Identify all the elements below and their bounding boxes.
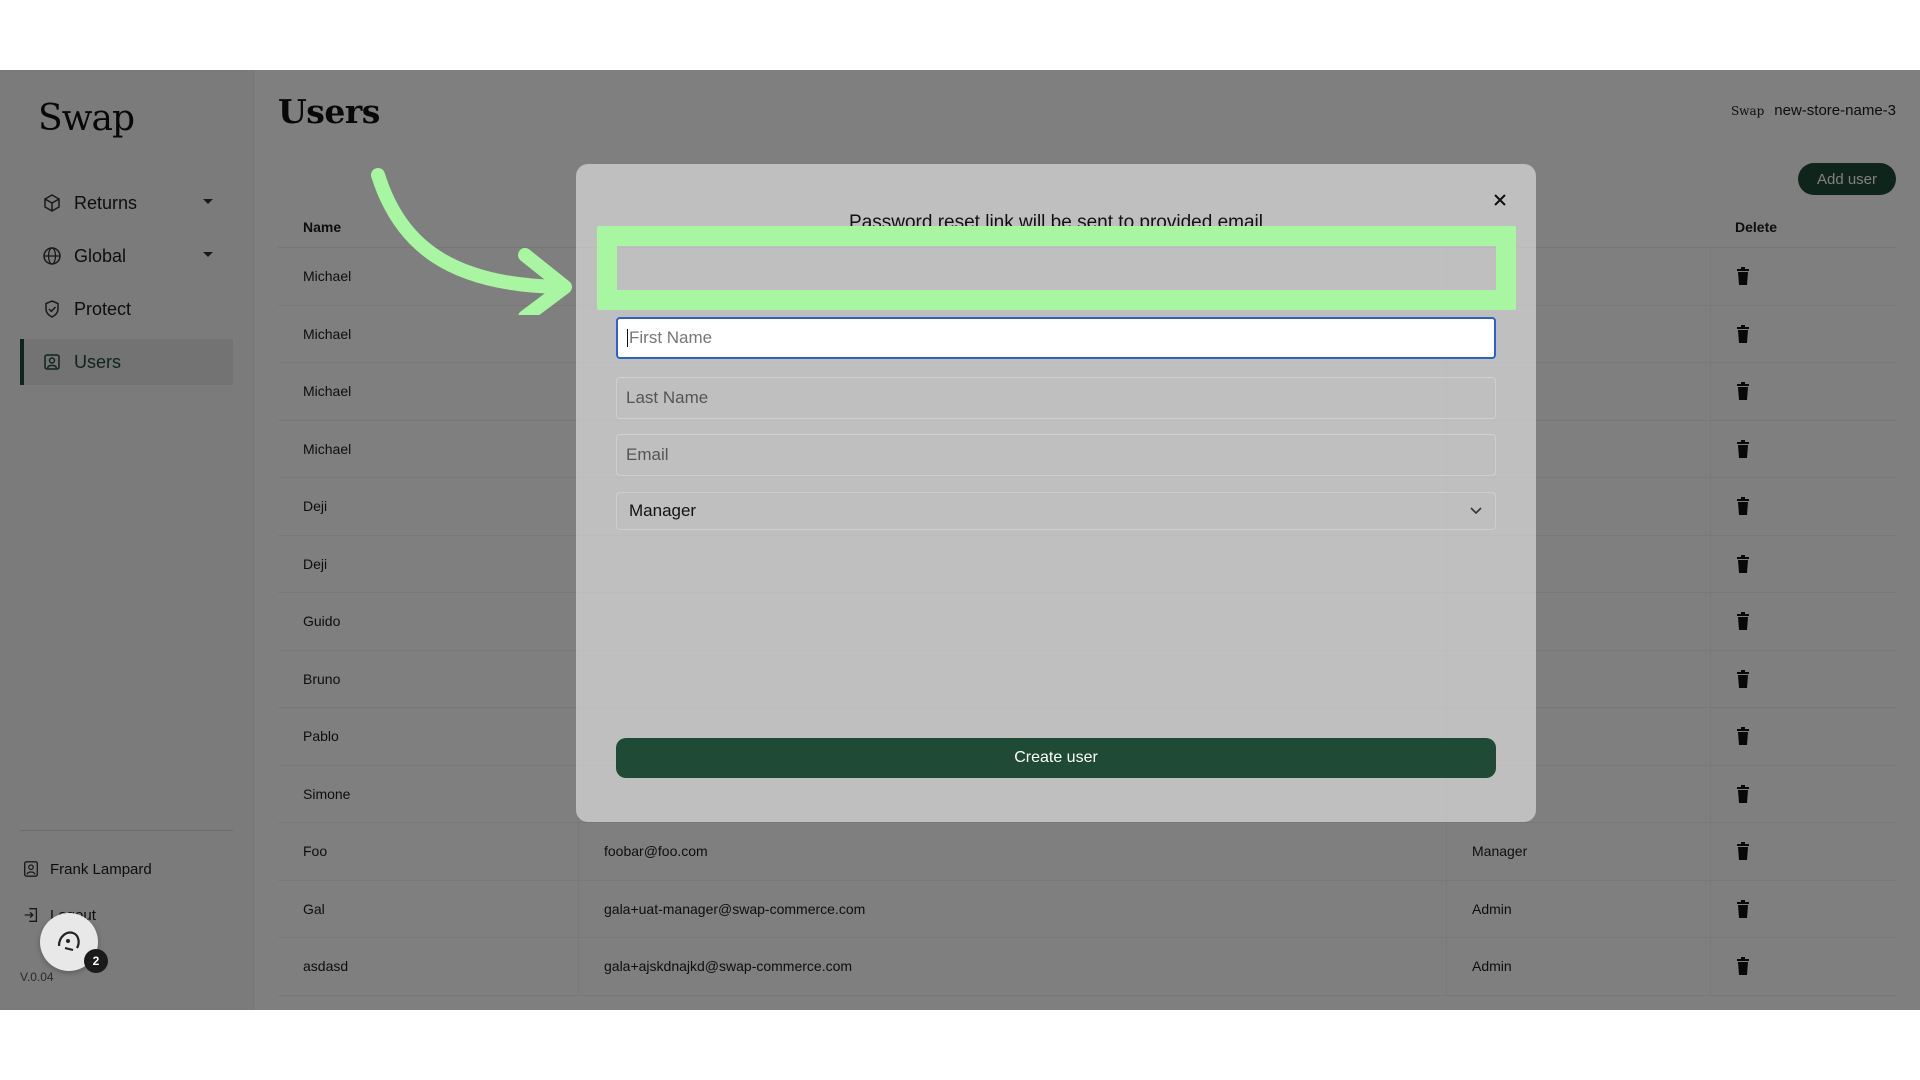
- app-window: Swap Returns Global Protect Use: [0, 70, 1920, 1010]
- role-selected-value: Manager: [629, 501, 697, 520]
- last-name-placeholder: Last Name: [626, 388, 709, 407]
- focus-highlight-box: [597, 226, 1516, 310]
- pointer-arrow-icon: [371, 168, 572, 315]
- role-select[interactable]: Manager: [616, 492, 1496, 530]
- letterbox-bottom: [0, 1010, 1920, 1080]
- letterbox-top: [0, 0, 1920, 70]
- close-icon[interactable]: [1492, 192, 1508, 208]
- chevron-down-icon: [1469, 506, 1483, 516]
- create-user-button[interactable]: Create user: [616, 738, 1496, 778]
- assistant-face-icon: [57, 931, 80, 951]
- email-input[interactable]: Email: [616, 434, 1496, 476]
- notification-badge: 2: [84, 949, 108, 973]
- first-name-placeholder: First Name: [629, 328, 713, 347]
- first-name-input[interactable]: First Name: [616, 317, 1496, 359]
- text-caret: [627, 329, 628, 347]
- last-name-input[interactable]: Last Name: [616, 377, 1496, 419]
- email-placeholder: Email: [626, 445, 669, 464]
